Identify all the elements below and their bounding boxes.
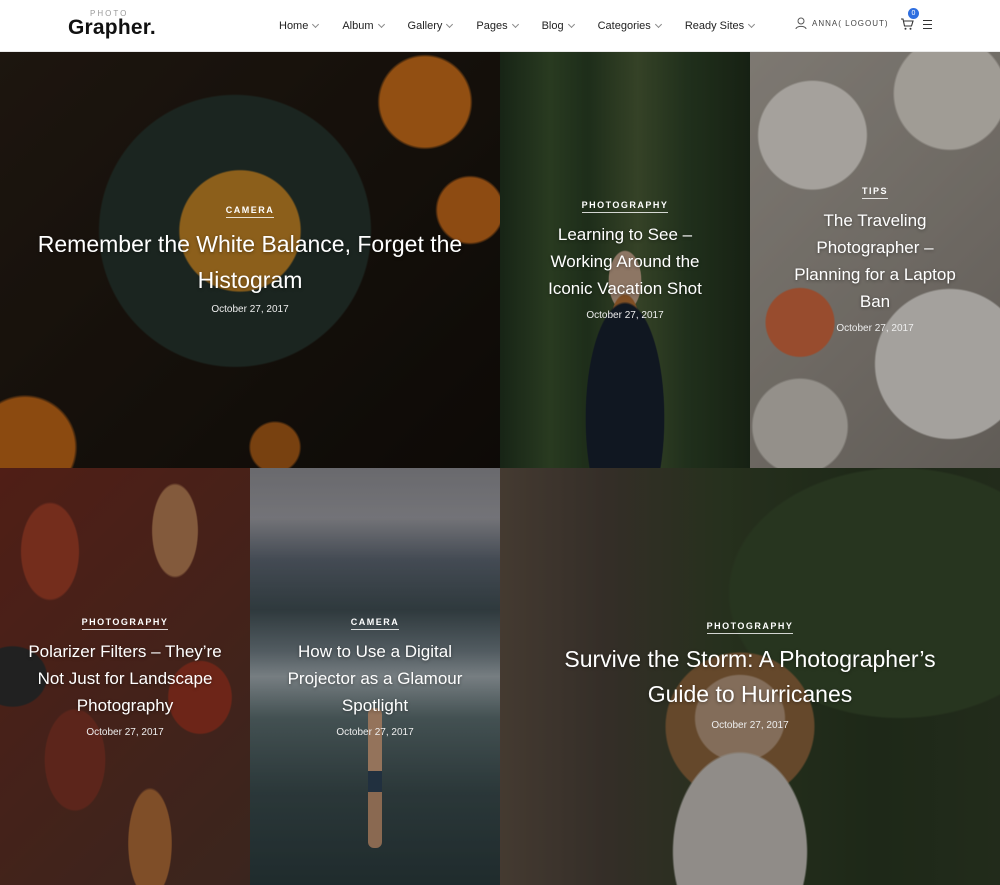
chevron-down-icon bbox=[748, 20, 756, 29]
site-header: PHOTO Grapher. Home Album Gallery Pages … bbox=[0, 0, 1000, 52]
nav-categories-label: Categories bbox=[597, 20, 651, 32]
post-title[interactable]: Remember the White Balance, Forget the H… bbox=[30, 226, 470, 298]
chevron-down-icon bbox=[654, 20, 662, 29]
chevron-down-icon bbox=[377, 20, 385, 29]
site-logo[interactable]: PHOTO Grapher. bbox=[68, 9, 158, 43]
chevron-down-icon bbox=[567, 20, 575, 29]
chevron-down-icon bbox=[446, 20, 454, 29]
post-category[interactable]: PHOTOGRAPHY bbox=[81, 617, 169, 630]
nav-gallery[interactable]: Gallery bbox=[407, 20, 454, 32]
post-card-white-balance[interactable]: CAMERA Remember the White Balance, Forge… bbox=[0, 52, 500, 468]
user-account-link[interactable]: ANNA( LOGOUT) bbox=[795, 17, 889, 30]
post-card-polarizer-filters[interactable]: PHOTOGRAPHY Polarizer Filters – They’re … bbox=[0, 468, 250, 885]
chevron-down-icon bbox=[312, 20, 320, 29]
nav-blog-label: Blog bbox=[541, 20, 564, 32]
nav-blog[interactable]: Blog bbox=[541, 20, 575, 32]
cart-count-badge: 0 bbox=[908, 8, 919, 19]
nav-pages-label: Pages bbox=[476, 20, 508, 32]
user-icon bbox=[795, 17, 807, 30]
post-card-traveling-photographer[interactable]: TIPS The Traveling Photographer – Planni… bbox=[750, 52, 1000, 468]
post-category[interactable]: PHOTOGRAPHY bbox=[581, 200, 669, 213]
post-card-digital-projector[interactable]: CAMERA How to Use a Digital Projector as… bbox=[250, 468, 500, 885]
post-title[interactable]: The Traveling Photographer – Planning fo… bbox=[783, 207, 968, 315]
post-date: October 27, 2017 bbox=[711, 720, 789, 731]
nav-home-label: Home bbox=[279, 20, 309, 32]
post-category[interactable]: CAMERA bbox=[350, 617, 400, 630]
nav-gallery-label: Gallery bbox=[407, 20, 443, 32]
post-title[interactable]: Survive the Storm: A Photographer’s Guid… bbox=[550, 642, 950, 712]
post-title[interactable]: How to Use a Digital Projector as a Glam… bbox=[280, 638, 470, 719]
nav-categories[interactable]: Categories bbox=[597, 20, 662, 32]
nav-pages[interactable]: Pages bbox=[476, 20, 519, 32]
post-category[interactable]: TIPS bbox=[861, 186, 888, 199]
post-date: October 27, 2017 bbox=[836, 323, 914, 334]
nav-ready-sites[interactable]: Ready Sites bbox=[684, 20, 756, 32]
cart-icon[interactable] bbox=[900, 17, 914, 31]
hamburger-menu-icon[interactable] bbox=[923, 20, 932, 29]
post-date: October 27, 2017 bbox=[586, 310, 664, 321]
post-date: October 27, 2017 bbox=[211, 304, 289, 315]
logo-text: Grapher. bbox=[68, 16, 156, 39]
post-title[interactable]: Polarizer Filters – They’re Not Just for… bbox=[25, 638, 225, 719]
post-title[interactable]: Learning to See – Working Around the Ico… bbox=[533, 221, 718, 302]
nav-album[interactable]: Album bbox=[342, 20, 385, 32]
post-category[interactable]: PHOTOGRAPHY bbox=[706, 621, 794, 634]
chevron-down-icon bbox=[511, 20, 519, 29]
post-date: October 27, 2017 bbox=[86, 727, 164, 738]
post-card-learning-to-see[interactable]: PHOTOGRAPHY Learning to See – Working Ar… bbox=[500, 52, 750, 468]
post-card-survive-the-storm[interactable]: PHOTOGRAPHY Survive the Storm: A Photogr… bbox=[500, 468, 1000, 885]
post-date: October 27, 2017 bbox=[336, 727, 414, 738]
nav-ready-sites-label: Ready Sites bbox=[684, 20, 745, 32]
main-nav: Home Album Gallery Pages Blog Categories… bbox=[279, 0, 756, 52]
post-category[interactable]: CAMERA bbox=[225, 205, 275, 218]
nav-home[interactable]: Home bbox=[279, 20, 320, 32]
nav-album-label: Album bbox=[342, 20, 374, 32]
user-label: ANNA( LOGOUT) bbox=[812, 19, 889, 28]
